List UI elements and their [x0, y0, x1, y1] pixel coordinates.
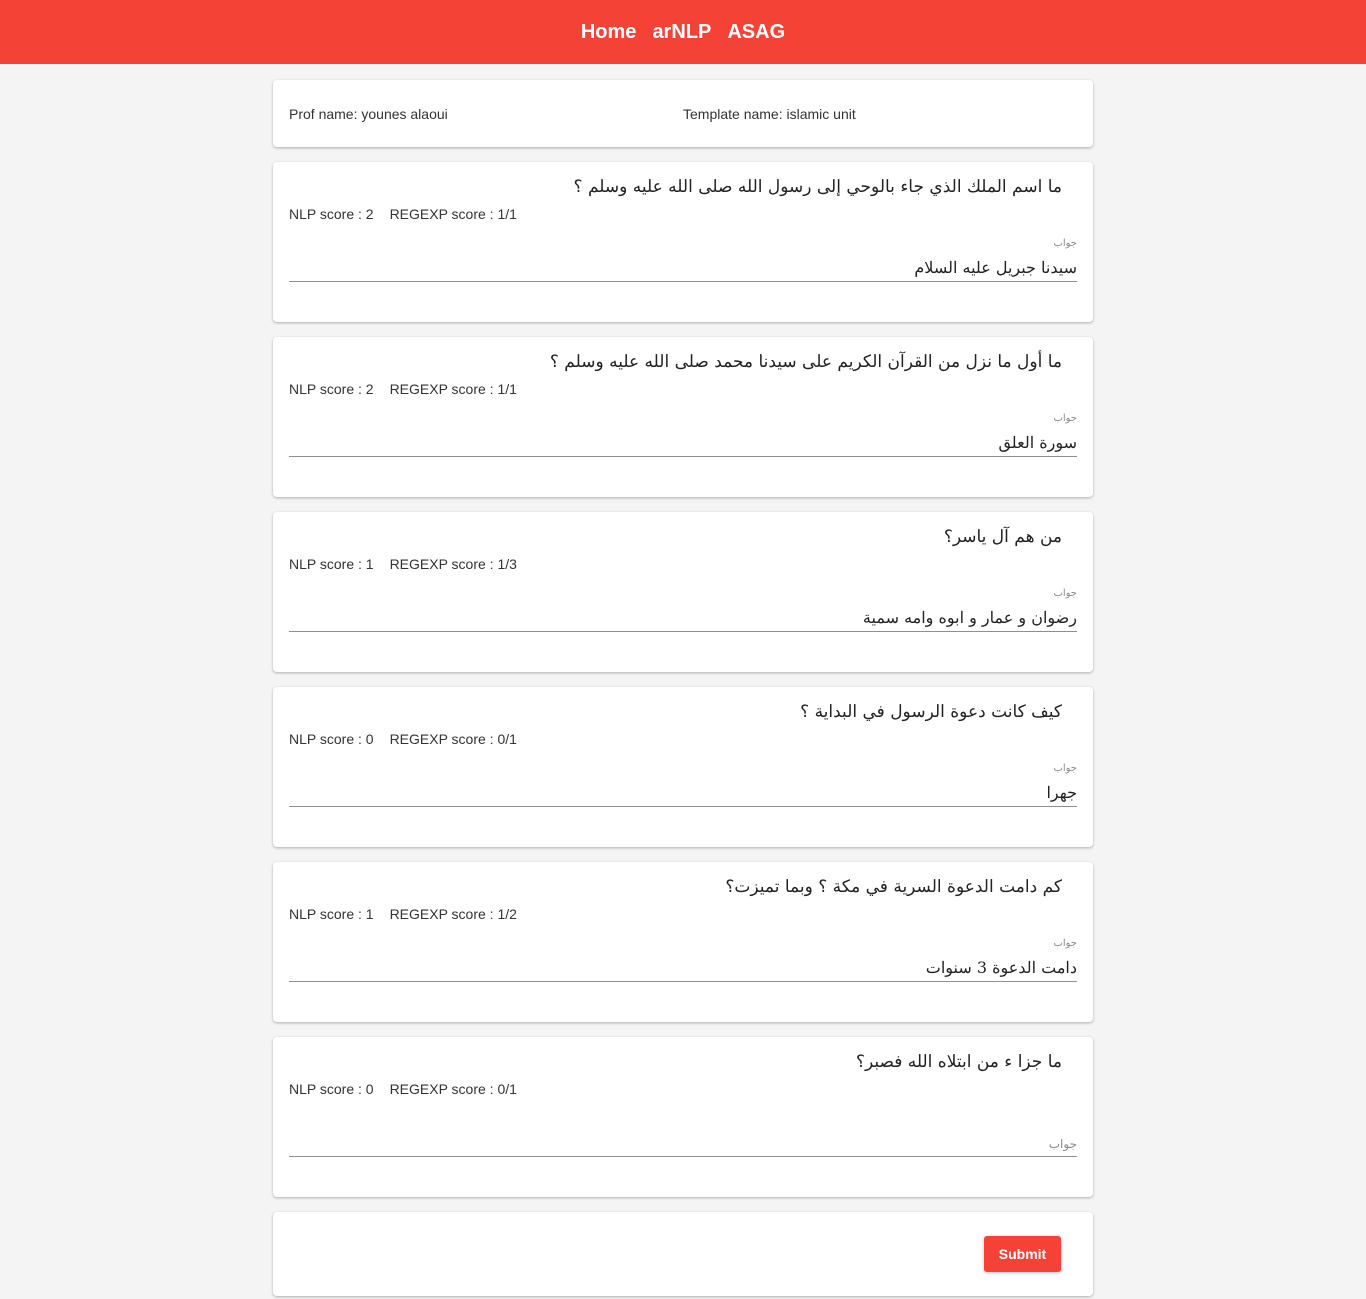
answer-input[interactable]	[289, 783, 1077, 802]
question-card: ما جزا ء من ابتلاه الله فصبر؟ NLP score …	[273, 1037, 1093, 1197]
regexp-score: REGEXP score : 1/1	[389, 381, 517, 397]
answer-input[interactable]	[289, 958, 1077, 977]
question-text: ما اسم الملك الذي جاء بالوحي إلى رسول ال…	[573, 177, 1062, 197]
question-card: ما اسم الملك الذي جاء بالوحي إلى رسول ال…	[273, 162, 1093, 322]
answer-input[interactable]	[289, 1133, 1077, 1152]
main-container: Prof name: younes alaoui Template name: …	[273, 64, 1093, 1296]
scores-row: NLP score : 1 REGEXP score : 1/3	[289, 556, 1077, 572]
answer-input[interactable]	[289, 433, 1077, 452]
answer-field: جواب	[289, 413, 1077, 457]
question-text: ما أول ما نزل من القرآن الكريم على سيدنا…	[549, 352, 1062, 372]
nav-arnlp-link[interactable]: arNLP	[652, 21, 711, 44]
nlp-score: NLP score : 0	[289, 731, 374, 747]
answer-field: جواب	[289, 763, 1077, 807]
regexp-score: REGEXP score : 1/1	[389, 206, 517, 222]
regexp-score: REGEXP score : 0/1	[389, 1081, 517, 1097]
answer-label: جواب	[1053, 588, 1077, 599]
scores-row: NLP score : 0 REGEXP score : 0/1	[289, 1081, 1077, 1097]
scores-row: NLP score : 2 REGEXP score : 1/1	[289, 381, 1077, 397]
answer-label: جواب	[1053, 938, 1077, 949]
answer-field: جواب	[289, 238, 1077, 282]
answer-field: جواب	[289, 1113, 1077, 1157]
answer-input[interactable]	[289, 608, 1077, 627]
question-card: ما أول ما نزل من القرآن الكريم على سيدنا…	[273, 337, 1093, 497]
answer-label: جواب	[1053, 413, 1077, 424]
question-text: من هم آل ياسر؟	[943, 527, 1062, 547]
prof-name: Prof name: younes alaoui	[289, 105, 448, 122]
regexp-score: REGEXP score : 1/3	[389, 556, 517, 572]
question-card: كيف كانت دعوة الرسول في البداية ؟ NLP sc…	[273, 687, 1093, 847]
nlp-score: NLP score : 2	[289, 381, 374, 397]
nlp-score: NLP score : 1	[289, 556, 374, 572]
scores-row: NLP score : 2 REGEXP score : 1/1	[289, 206, 1077, 222]
submit-card: Submit	[273, 1212, 1093, 1296]
top-navbar: Home arNLP ASAG	[0, 0, 1366, 64]
nlp-score: NLP score : 1	[289, 906, 374, 922]
regexp-score: REGEXP score : 0/1	[389, 731, 517, 747]
nlp-score: NLP score : 0	[289, 1081, 374, 1097]
scores-row: NLP score : 0 REGEXP score : 0/1	[289, 731, 1077, 747]
answer-label: جواب	[1053, 763, 1077, 774]
question-card: من هم آل ياسر؟ NLP score : 1 REGEXP scor…	[273, 512, 1093, 672]
nav-asag-link[interactable]: ASAG	[727, 21, 785, 44]
nlp-score: NLP score : 2	[289, 206, 374, 222]
question-text: كم دامت الدعوة السرية في مكة ؟ وبما تميز…	[725, 877, 1062, 897]
answer-label: جواب	[1053, 238, 1077, 249]
answer-input[interactable]	[289, 258, 1077, 277]
regexp-score: REGEXP score : 1/2	[389, 906, 517, 922]
question-card: كم دامت الدعوة السرية في مكة ؟ وبما تميز…	[273, 862, 1093, 1022]
question-text: ما جزا ء من ابتلاه الله فصبر؟	[855, 1052, 1062, 1072]
answer-field: جواب	[289, 938, 1077, 982]
submit-button[interactable]: Submit	[984, 1236, 1061, 1272]
info-card: Prof name: younes alaoui Template name: …	[273, 80, 1093, 147]
nav-home-link[interactable]: Home	[581, 21, 637, 44]
answer-field: جواب	[289, 588, 1077, 632]
template-name: Template name: islamic unit	[683, 105, 856, 122]
scores-row: NLP score : 1 REGEXP score : 1/2	[289, 906, 1077, 922]
question-text: كيف كانت دعوة الرسول في البداية ؟	[800, 702, 1062, 722]
